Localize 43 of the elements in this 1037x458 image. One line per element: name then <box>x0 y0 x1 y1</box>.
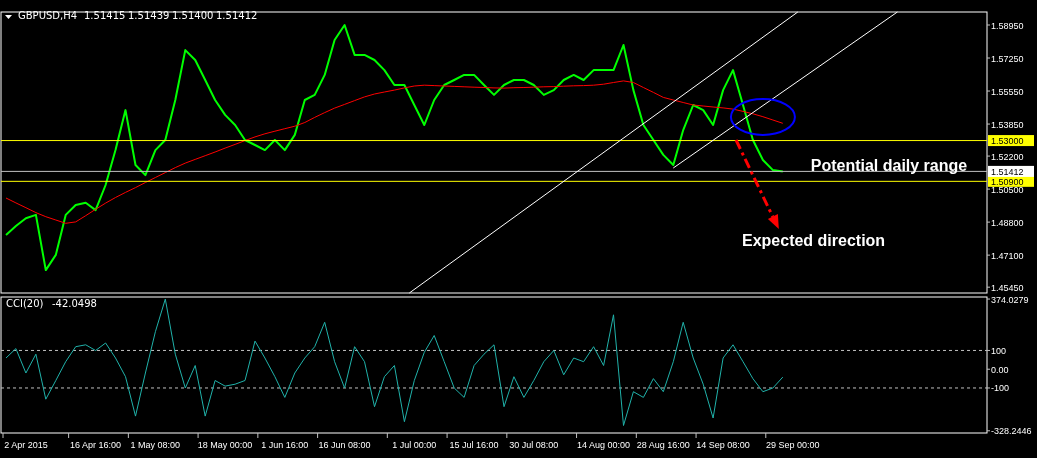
axis-label: 100 <box>991 345 1007 356</box>
quote-value: 1.51412 <box>216 10 258 21</box>
time-axis-label: 1 Jul 00:00 <box>392 440 437 450</box>
time-axis-label: 16 Jun 08:00 <box>318 440 371 450</box>
time-axis-label: 16 Apr 16:00 <box>70 440 122 450</box>
chart-annotation: Potential daily range <box>810 157 968 174</box>
axis-label: 1.50500 <box>991 184 1024 195</box>
chart-symbol: GBPUSD,H4 <box>18 10 78 21</box>
price-label: 1.51412 <box>988 165 1034 177</box>
time-axis-label: 1 May 08:00 <box>130 440 181 450</box>
ref-line-label: 1.53000 <box>991 136 1024 147</box>
quote-value: 1.51439 <box>128 10 170 21</box>
time-axis-label: 2 Apr 2015 <box>4 440 48 450</box>
highlight-ellipse <box>729 98 796 136</box>
dropdown-triangle-icon[interactable] <box>5 15 12 19</box>
quote-value: 1.51400 <box>172 10 214 21</box>
ref-line-label: 1.51412 <box>991 166 1024 177</box>
time-axis-label: 1 Jun 16:00 <box>261 440 309 450</box>
price-label: 1.53000 <box>988 135 1034 147</box>
quote-value: 1.51415 <box>84 10 126 21</box>
axis-label: -100 <box>991 383 1009 394</box>
axis-label: 1.52200 <box>991 151 1024 162</box>
chart-annotation: Expected direction <box>742 232 886 249</box>
axis-label: 374.0279 <box>991 294 1029 305</box>
indicator-value: -42.0498 <box>52 298 97 309</box>
time-axis-label: 14 Sep 08:00 <box>696 440 750 450</box>
time-axis-label: 15 Jul 16:00 <box>449 440 499 450</box>
indicator-name: CCI(20) <box>6 298 44 309</box>
axis-label: 1.47100 <box>991 250 1024 261</box>
axis-label: 1.45450 <box>991 282 1024 293</box>
time-axis-label: 28 Aug 16:00 <box>636 440 690 450</box>
time-axis-label: 29 Sep 00:00 <box>766 440 820 450</box>
axis-label: 1.58950 <box>991 20 1024 31</box>
ref-line-label: 1.50900 <box>991 176 1024 187</box>
axis-label: -328.2446 <box>991 426 1032 437</box>
axis-label: 1.53850 <box>991 119 1024 130</box>
axis-label: 1.57250 <box>991 53 1024 64</box>
time-axis-label: 30 Jul 08:00 <box>509 440 559 450</box>
axis-label: 1.48800 <box>991 217 1024 228</box>
axis-label: 0.00 <box>991 364 1009 375</box>
axis-label: 1.55550 <box>991 86 1024 97</box>
time-axis-label: 14 Aug 00:00 <box>577 440 631 450</box>
time-axis-label: 18 May 00:00 <box>197 440 253 450</box>
